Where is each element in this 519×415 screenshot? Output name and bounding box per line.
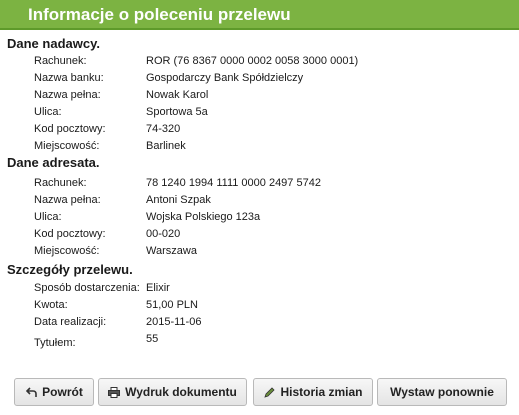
- field-label: Nazwa pełna:: [34, 194, 101, 206]
- page-title: Informacje o poleceniu przelewu: [28, 5, 291, 24]
- back-button-label: Powrót: [42, 385, 83, 399]
- print-button-label: Wydruk dokumentu: [125, 385, 237, 399]
- field-label: Kwota:: [34, 299, 68, 311]
- transfer-title-value: 55: [146, 333, 159, 345]
- recipient-account-value: 78 1240 1994 1111 0000 2497 5742: [146, 177, 321, 189]
- reissue-button-label: Wystaw ponownie: [390, 385, 494, 399]
- recipient-name-row: Nazwa pełna: Antoni Szpak: [0, 194, 519, 210]
- sender-city-row: Miejscowość: Barlinek: [0, 140, 519, 156]
- sender-name-value: Nowak Karol: [146, 89, 209, 101]
- sender-postcode-value: 74-320: [146, 123, 181, 135]
- recipient-name-value: Antoni Szpak: [146, 194, 211, 206]
- recipient-street-value: Wojska Polskiego 123a: [146, 211, 261, 223]
- sender-street-value: Sportowa 5a: [146, 106, 208, 118]
- sender-name-row: Nazwa pełna: Nowak Karol: [0, 89, 519, 105]
- sender-street-row: Ulica: Sportowa 5a: [0, 106, 519, 122]
- field-label: Rachunek:: [34, 177, 87, 189]
- sender-section-title: Dane nadawcy.: [7, 36, 100, 51]
- field-label: Miejscowość:: [34, 245, 100, 257]
- field-label: Data realizacji:: [34, 316, 107, 328]
- sender-postcode-row: Kod pocztowy: 74-320: [0, 123, 519, 139]
- sender-bank-value: Gospodarczy Bank Spółdzielczy: [146, 72, 304, 84]
- field-label: Sposób dostarczenia:: [34, 282, 140, 294]
- sender-city-value: Barlinek: [146, 140, 186, 152]
- title-row: Tytułem: 55: [0, 333, 519, 349]
- field-label: Ulica:: [34, 211, 62, 223]
- field-label: Kod pocztowy:: [34, 228, 106, 240]
- sender-account-value: ROR (76 8367 0000 0002 0058 3000 0001): [146, 55, 359, 67]
- field-label: Miejscowość:: [34, 140, 100, 152]
- recipient-section-title: Dane adresata.: [7, 155, 100, 170]
- sender-account-row: Rachunek: ROR (76 8367 0000 0002 0058 30…: [0, 55, 519, 71]
- field-label: Ulica:: [34, 106, 62, 118]
- change-history-button[interactable]: Historia zmian: [253, 378, 373, 406]
- printer-icon: [108, 386, 121, 398]
- field-label: Rachunek:: [34, 55, 87, 67]
- recipient-city-row: Miejscowość: Warszawa: [0, 245, 519, 261]
- recipient-postcode-row: Kod pocztowy: 00-020: [0, 228, 519, 244]
- recipient-city-value: Warszawa: [146, 245, 197, 257]
- recipient-account-row: Rachunek: 78 1240 1994 1111 0000 2497 57…: [0, 177, 519, 193]
- delivery-method-row: Sposób dostarczenia: Elixir: [0, 282, 519, 298]
- amount-row: Kwota: 51,00 PLN: [0, 299, 519, 315]
- amount-value: 51,00 PLN: [146, 299, 198, 311]
- back-arrow-icon: [25, 386, 37, 398]
- back-button[interactable]: Powrót: [14, 378, 94, 406]
- reissue-button[interactable]: Wystaw ponownie: [377, 378, 507, 406]
- execution-date-row: Data realizacji: 2015-11-06: [0, 316, 519, 332]
- pencil-icon: [263, 386, 275, 398]
- delivery-method-value: Elixir: [146, 282, 170, 294]
- recipient-postcode-value: 00-020: [146, 228, 181, 240]
- recipient-street-row: Ulica: Wojska Polskiego 123a: [0, 211, 519, 227]
- field-label: Kod pocztowy:: [34, 123, 106, 135]
- page-header: Informacje o poleceniu przelewu: [0, 0, 519, 30]
- field-label: Nazwa banku:: [34, 72, 104, 84]
- history-button-label: Historia zmian: [280, 385, 363, 399]
- execution-date-value: 2015-11-06: [146, 316, 202, 328]
- field-label: Nazwa pełna:: [34, 89, 101, 101]
- sender-bank-row: Nazwa banku: Gospodarczy Bank Spółdzielc…: [0, 72, 519, 88]
- details-section-title: Szczegóły przelewu.: [7, 262, 133, 277]
- field-label: Tytułem:: [34, 337, 76, 349]
- print-document-button[interactable]: Wydruk dokumentu: [98, 378, 247, 406]
